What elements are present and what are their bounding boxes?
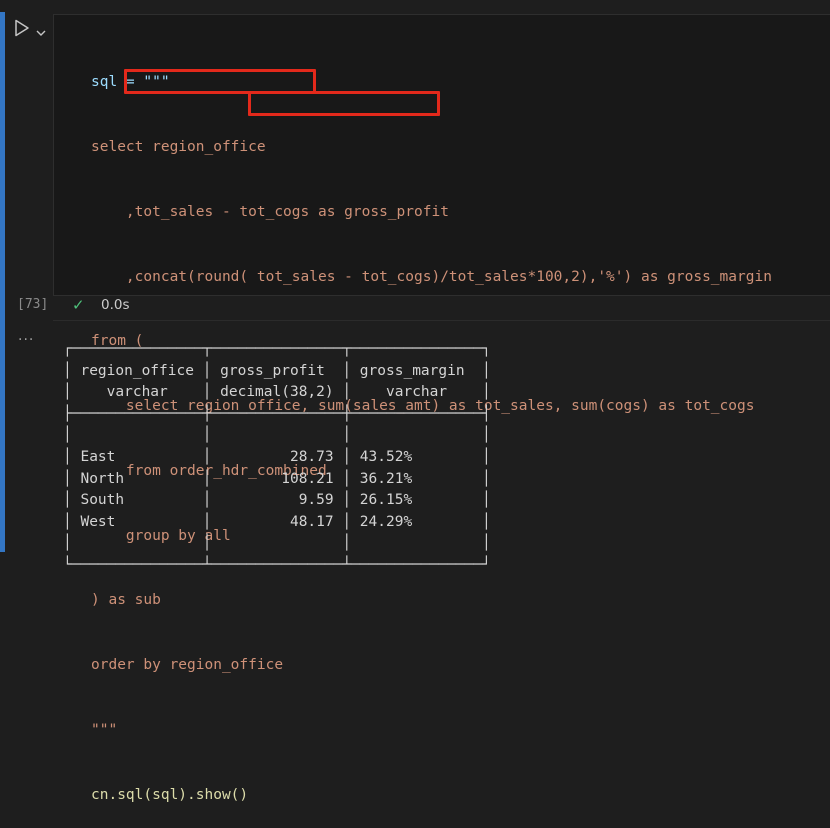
table-border-top: ┌───────────────┬───────────────┬───────… xyxy=(63,341,491,357)
table-row: │ West │ 48.17 │ 24.29% │ xyxy=(63,513,491,530)
execution-count: [73] xyxy=(17,297,49,312)
code-line-4: ,concat(round( tot_sales - tot_cogs)/tot… xyxy=(91,267,772,289)
code-line-text: select region_office xyxy=(91,138,266,155)
more-icon[interactable]: ... xyxy=(18,328,34,344)
table-spacer: │ │ │ │ xyxy=(63,427,491,444)
highlight-box-concat-expr xyxy=(248,91,440,116)
code-line-11: """ xyxy=(91,720,772,742)
table-header-types: │ varchar │ decimal(38,2) │ varchar │ xyxy=(63,384,491,401)
run-options-button[interactable] xyxy=(36,22,46,36)
code-line-3: ,tot_sales - tot_cogs as gross_profit xyxy=(91,202,772,224)
code-line-text: cn.sql(sql).show() xyxy=(91,786,249,803)
code-line-12: cn.sql(sql).show() xyxy=(91,785,772,807)
table-header-names: │ region_office │ gross_profit │ gross_m… xyxy=(63,362,491,379)
table-row: │ North │ 108.21 │ 36.21% │ xyxy=(63,470,491,487)
run-icon xyxy=(15,19,29,37)
code-line-text: ) as sub xyxy=(91,592,161,609)
table-row: │ East │ 28.73 │ 43.52% │ xyxy=(63,448,491,465)
code-line-9: ) as sub xyxy=(91,590,772,612)
code-line-text: """ xyxy=(91,722,118,738)
code-line-2: select region_office xyxy=(91,137,772,159)
table-border-bottom: └───────────────┴───────────────┴───────… xyxy=(63,556,491,573)
chevron-down-icon xyxy=(36,30,46,36)
table-border-mid: ├───────────────┼───────────────┼───────… xyxy=(63,405,491,422)
execution-duration: 0.0s xyxy=(101,297,130,313)
output-table: ┌───────────────┬───────────────┬───────… xyxy=(63,339,491,577)
output-divider xyxy=(53,320,830,321)
code-line-text: ,tot_sales - tot_cogs as gross_profit xyxy=(91,203,449,220)
check-icon: ✓ xyxy=(72,296,85,314)
code-line-text: order by region_office xyxy=(91,657,284,674)
code-line-10: order by region_office xyxy=(91,655,772,677)
run-cell-button[interactable] xyxy=(14,19,30,37)
cell-focus-indicator xyxy=(0,12,5,552)
table-row: │ South │ 9.59 │ 26.15% │ xyxy=(63,492,491,509)
code-line-text: ,concat(round( tot_sales - tot_cogs)/tot… xyxy=(91,268,772,285)
